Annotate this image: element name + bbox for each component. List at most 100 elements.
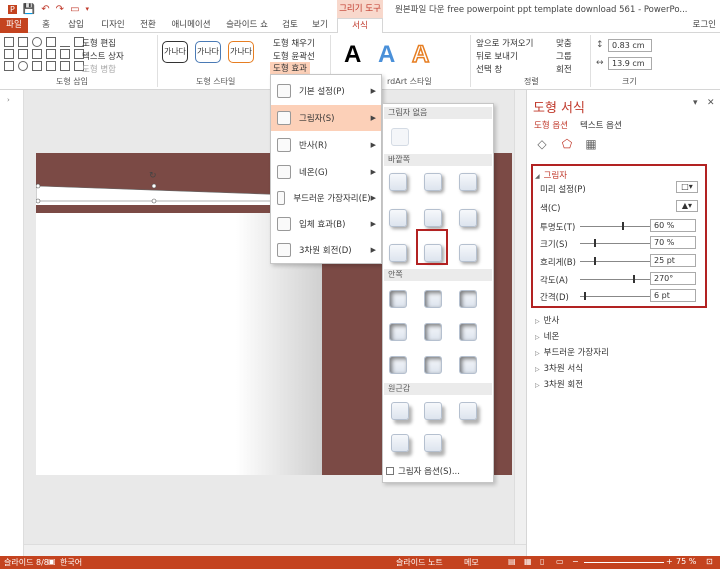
shadow-outer-option[interactable]: [459, 244, 477, 262]
align-button[interactable]: 맞춤: [556, 37, 572, 49]
shadow-perspective-option[interactable]: [391, 402, 409, 420]
pane-options-icon[interactable]: ▾: [693, 98, 698, 108]
shadow-outer-option[interactable]: [389, 173, 407, 191]
size-slider[interactable]: [580, 243, 650, 244]
shape-callout-icon[interactable]: [60, 49, 70, 59]
menu-item-shadow[interactable]: 그림자(S) ▶: [271, 105, 381, 131]
soft-edges-section-header[interactable]: ▷ 부드러운 가장자리: [535, 346, 609, 358]
slide-thumbnail-rail[interactable]: ›: [0, 90, 24, 557]
group-button[interactable]: 그룹: [556, 50, 572, 62]
comments-button[interactable]: 메모: [464, 557, 479, 568]
blur-input[interactable]: 25 pt: [650, 254, 696, 267]
reading-view-icon[interactable]: ▯: [540, 557, 544, 566]
shadow-perspective-option[interactable]: [391, 434, 409, 452]
text-box-button[interactable]: 텍스트 상자: [82, 50, 124, 62]
edit-shape-button[interactable]: 도형 편집: [82, 37, 116, 49]
slide-sorter-icon[interactable]: ▦: [524, 557, 532, 566]
customize-qat-icon[interactable]: ▾: [86, 5, 90, 13]
angle-slider[interactable]: [580, 279, 650, 280]
normal-view-icon[interactable]: ▤: [508, 557, 516, 566]
distance-slider[interactable]: [580, 296, 650, 297]
shape-rect-icon[interactable]: [4, 49, 14, 59]
shadow-inner-option[interactable]: [424, 356, 442, 374]
shadow-perspective-option[interactable]: [459, 402, 477, 420]
tab-slideshow[interactable]: 슬라이드 쇼: [222, 18, 272, 33]
zoom-out-icon[interactable]: −: [572, 557, 579, 566]
glow-section-header[interactable]: ▷ 네온: [535, 330, 559, 342]
3d-format-section-header[interactable]: ▷ 3차원 서식: [535, 362, 583, 374]
shape-arrow-icon[interactable]: [32, 49, 42, 59]
slideshow-icon[interactable]: ▭: [556, 557, 564, 566]
shadow-perspective-option[interactable]: [424, 402, 442, 420]
shadow-outer-option[interactable]: [389, 209, 407, 227]
selection-pane-button[interactable]: 선택 창: [476, 63, 502, 75]
slider-thumb[interactable]: [583, 292, 586, 300]
shape-curve-icon[interactable]: [18, 61, 28, 71]
wordart-preset-orange[interactable]: A: [411, 42, 430, 68]
shadow-inner-option[interactable]: [389, 356, 407, 374]
shadow-outer-option[interactable]: [459, 209, 477, 227]
menu-item-soft-edges[interactable]: 부드러운 가장자리(E) ▶: [271, 185, 381, 211]
shadow-outer-option[interactable]: [459, 173, 477, 191]
menu-item-preset[interactable]: 기본 설정(P) ▶: [271, 78, 381, 104]
shape-fill-button[interactable]: 도형 채우기: [273, 37, 315, 49]
menu-item-reflection[interactable]: 반사(R) ▶: [271, 132, 381, 158]
redo-icon[interactable]: ↷: [56, 4, 64, 15]
slider-thumb[interactable]: [594, 257, 596, 265]
transparency-input[interactable]: 60 %: [650, 219, 696, 232]
3d-rotation-section-header[interactable]: ▷ 3차원 회전: [535, 378, 583, 390]
tab-transitions[interactable]: 전환: [134, 18, 162, 33]
shape-outline-button[interactable]: 도형 윤곽선: [273, 50, 315, 62]
color-picker[interactable]: ▲▾: [676, 200, 698, 212]
menu-item-bevel[interactable]: 입체 효과(B) ▶: [271, 211, 381, 237]
shadow-inner-option[interactable]: [424, 290, 442, 308]
effects-icon[interactable]: ⬠: [560, 137, 574, 151]
bring-forward-button[interactable]: 앞으로 가져오기: [476, 37, 533, 49]
shadow-perspective-option[interactable]: [424, 434, 442, 452]
shadow-options-link[interactable]: 그림자 옵션(S)...: [386, 465, 460, 477]
shadow-outer-option[interactable]: [389, 244, 407, 262]
shape-arrow-icon[interactable]: [32, 61, 42, 71]
shape-rect-icon[interactable]: [46, 61, 56, 71]
reflection-section-header[interactable]: ▷ 반사: [535, 314, 559, 326]
tab-file[interactable]: 파일: [0, 18, 28, 33]
zoom-in-icon[interactable]: +: [666, 557, 673, 566]
shape-star-icon[interactable]: [46, 49, 56, 59]
tab-home[interactable]: 홈: [36, 18, 56, 33]
undo-icon[interactable]: ↶: [41, 4, 49, 15]
shadow-inner-option[interactable]: [459, 290, 477, 308]
shadow-inner-option[interactable]: [389, 323, 407, 341]
proofing-icon[interactable]: ▣: [48, 557, 56, 566]
close-icon[interactable]: ✕: [707, 98, 715, 108]
login-link[interactable]: 로그인: [693, 18, 716, 33]
slider-thumb[interactable]: [622, 222, 624, 230]
shape-triangle-icon[interactable]: [46, 37, 56, 47]
tab-view[interactable]: 보기: [306, 18, 334, 33]
distance-input[interactable]: 6 pt: [650, 289, 696, 302]
shape-pentagon-icon[interactable]: [18, 49, 28, 59]
rotate-handle-icon[interactable]: ↻: [149, 171, 157, 181]
angle-input[interactable]: 270°: [650, 272, 696, 285]
shadow-none-option[interactable]: [391, 128, 409, 146]
shape-gallery[interactable]: [4, 37, 86, 71]
tab-design[interactable]: 디자인: [96, 18, 130, 33]
menu-item-glow[interactable]: 네온(G) ▶: [271, 159, 381, 185]
horizontal-scrollbar[interactable]: [24, 544, 529, 556]
shadow-inner-option[interactable]: [389, 290, 407, 308]
tab-text-options[interactable]: 텍스트 옵션: [580, 119, 622, 131]
shadow-inner-option[interactable]: [459, 356, 477, 374]
preset-picker[interactable]: □▾: [676, 181, 698, 193]
notes-button[interactable]: 슬라이드 노트: [396, 557, 443, 568]
tab-animations[interactable]: 애니메이션: [166, 18, 216, 33]
shape-style-preset-1[interactable]: 가나다: [162, 41, 188, 63]
save-icon[interactable]: 💾: [23, 4, 35, 15]
tab-format[interactable]: 서식: [337, 18, 383, 34]
zoom-level[interactable]: 75 %: [676, 557, 696, 566]
shape-style-preset-2[interactable]: 가나다: [195, 41, 221, 63]
fill-line-icon[interactable]: ◇: [535, 137, 549, 151]
shadow-outer-option[interactable]: [424, 209, 442, 227]
wordart-preset-black[interactable]: A: [344, 43, 361, 67]
shadow-inner-option[interactable]: [424, 323, 442, 341]
shape-rect-icon[interactable]: [4, 37, 14, 47]
shape-rect-icon[interactable]: [60, 61, 70, 71]
